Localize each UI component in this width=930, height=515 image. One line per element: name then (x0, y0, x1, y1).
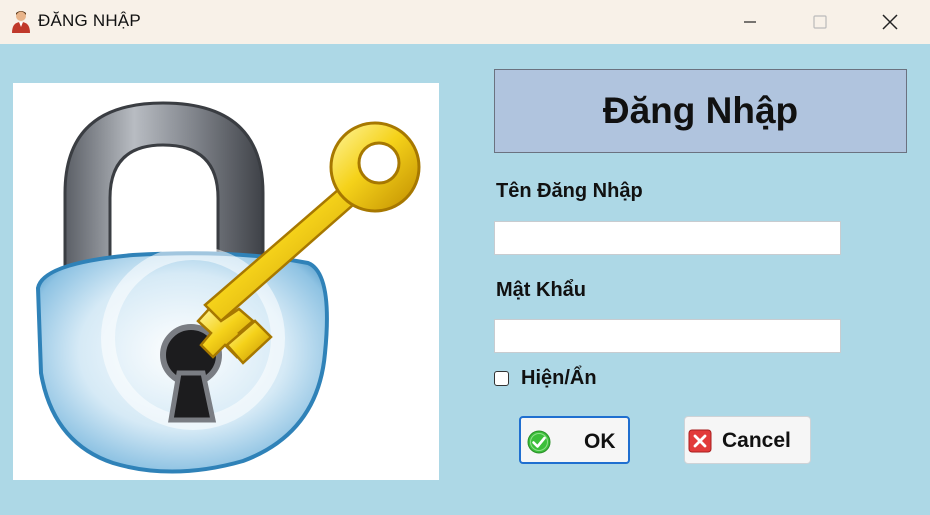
close-button[interactable] (855, 0, 925, 44)
login-window: ĐĂNG NHẬP Đăng Nhập Tên Đăng Nhập Mật Kh… (0, 0, 930, 515)
login-header: Đăng Nhập (494, 69, 907, 153)
ok-label: OK (584, 430, 616, 453)
window-title: ĐĂNG NHẬP (38, 11, 141, 30)
x-square-icon (688, 429, 712, 453)
username-label: Tên Đăng Nhập (496, 180, 643, 202)
padlock-key-icon (35, 101, 421, 474)
show-password-row[interactable]: Hiện/Ẩn (494, 367, 597, 389)
cancel-label: Cancel (722, 429, 791, 452)
maximize-button[interactable] (785, 0, 855, 44)
check-circle-icon (527, 430, 551, 454)
show-password-label[interactable]: Hiện/Ẩn (521, 367, 597, 390)
user-icon (12, 11, 30, 33)
minimize-icon (744, 21, 756, 23)
minimize-button[interactable] (715, 0, 785, 44)
title-bar[interactable]: ĐĂNG NHẬP (0, 0, 930, 44)
password-input[interactable] (494, 319, 841, 353)
password-label: Mật Khẩu (496, 279, 586, 301)
close-icon (882, 14, 898, 30)
cancel-button[interactable]: Cancel (684, 416, 811, 464)
maximize-icon (813, 15, 827, 29)
ok-button[interactable]: OK (519, 416, 630, 464)
login-heading: Đăng Nhập (602, 90, 799, 131)
login-image-panel (13, 83, 439, 480)
show-password-checkbox[interactable] (494, 370, 509, 386)
username-input[interactable] (494, 221, 841, 255)
